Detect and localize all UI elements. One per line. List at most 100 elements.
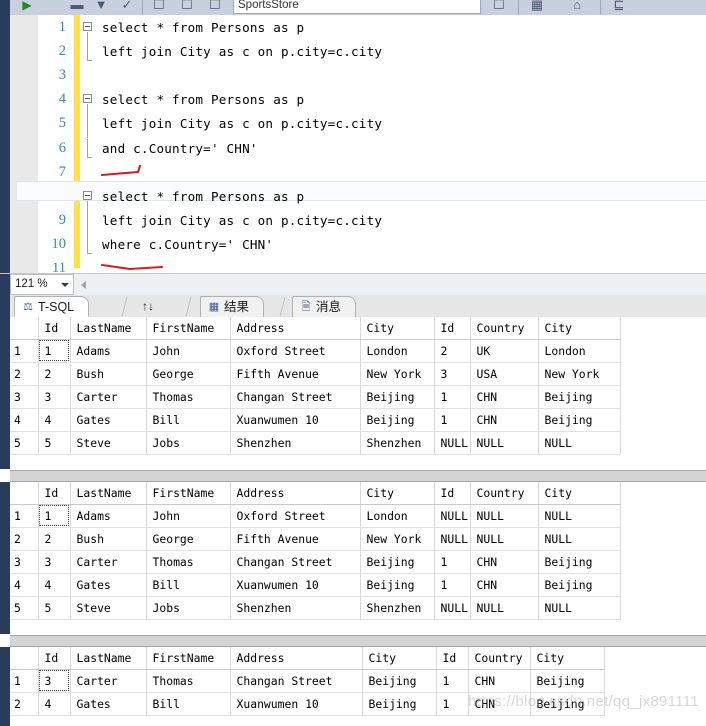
- column-header[interactable]: Address: [230, 647, 363, 670]
- table-cell[interactable]: Adams: [70, 504, 147, 528]
- editor-code-area[interactable]: select * from Persons as p left join City…: [80, 15, 706, 273]
- table-cell[interactable]: Xuanwumen 10: [230, 692, 363, 716]
- table-cell[interactable]: CHN: [468, 669, 531, 693]
- table-cell[interactable]: Gates: [70, 573, 147, 597]
- table-cell[interactable]: NULL: [434, 504, 471, 528]
- result-grid-3[interactable]: Id LastName FirstName Address City Id Country C…: [10, 647, 605, 716]
- table-cell[interactable]: 3: [38, 669, 71, 693]
- code-line[interactable]: and c.Country=' CHN': [102, 141, 258, 156]
- table-row[interactable]: 4 4 Gates Bill Xuanwumen 10 Beijing 1 CHN Beijin…: [10, 408, 621, 432]
- table-cell[interactable]: 1: [434, 573, 471, 597]
- row-header-corner[interactable]: [10, 647, 39, 670]
- table-row[interactable]: 1 1 Adams John Oxford Street London NULL NULL NU…: [10, 504, 621, 528]
- table-cell[interactable]: 3: [434, 362, 471, 386]
- column-header[interactable]: FirstName: [146, 647, 231, 670]
- table-cell[interactable]: Beijing: [538, 385, 621, 409]
- row-header-corner[interactable]: [10, 482, 39, 505]
- table-cell[interactable]: Bush: [70, 362, 147, 386]
- row-header-corner[interactable]: [10, 317, 39, 340]
- execute-icon[interactable]: ▶: [18, 0, 36, 14]
- table-row[interactable]: 4 4 Gates Bill Xuanwumen 10 Beijing 1 CHN Beijin…: [10, 573, 621, 597]
- column-header[interactable]: City: [538, 317, 621, 340]
- tab-results[interactable]: ▦ 结果: [200, 296, 265, 317]
- table-cell[interactable]: George: [146, 527, 231, 551]
- table-cell[interactable]: Changan Street: [230, 385, 361, 409]
- code-line[interactable]: select * from Persons as p: [102, 93, 304, 107]
- sql-editor[interactable]: 1234567891011 select * from Persons as p…: [0, 15, 706, 273]
- column-header[interactable]: FirstName: [146, 317, 231, 340]
- table-cell[interactable]: Beijing: [530, 692, 605, 716]
- table-cell[interactable]: 4: [38, 692, 71, 716]
- row-header-cell[interactable]: 4: [10, 573, 39, 597]
- table-cell[interactable]: Shenzhen: [360, 431, 435, 455]
- table-cell[interactable]: Beijing: [538, 573, 621, 597]
- code-line[interactable]: where c.Country=' CHN': [102, 237, 273, 252]
- table-cell[interactable]: Beijing: [360, 385, 435, 409]
- column-header[interactable]: Country: [470, 317, 539, 340]
- table-row[interactable]: 1 1 Adams John Oxford Street London 2 UK London: [10, 339, 621, 363]
- code-line[interactable]: select * from Persons as p: [102, 21, 304, 35]
- column-header[interactable]: Address: [230, 317, 361, 340]
- table-cell[interactable]: Changan Street: [230, 550, 361, 574]
- code-line[interactable]: select * from Persons as p: [102, 189, 304, 204]
- table-cell[interactable]: John: [146, 339, 231, 363]
- horizontal-scroll-left-button[interactable]: [76, 275, 92, 295]
- table-cell[interactable]: 2: [38, 527, 71, 551]
- column-header[interactable]: City: [362, 647, 437, 670]
- column-header[interactable]: Id: [434, 482, 471, 505]
- column-header[interactable]: LastName: [70, 317, 147, 340]
- table-cell[interactable]: Beijing: [362, 692, 437, 716]
- row-header-cell[interactable]: 2: [10, 692, 39, 716]
- table-cell[interactable]: CHN: [470, 408, 539, 432]
- row-header-cell[interactable]: 4: [10, 408, 39, 432]
- column-header[interactable]: City: [360, 482, 435, 505]
- table-cell[interactable]: Beijing: [362, 669, 437, 693]
- table-cell[interactable]: 1: [38, 339, 71, 363]
- debug-icon[interactable]: ▼: [92, 0, 110, 14]
- column-header[interactable]: LastName: [70, 482, 147, 505]
- column-header[interactable]: Address: [230, 482, 361, 505]
- tab-tsql[interactable]: ⚖ T-SQL: [14, 296, 90, 317]
- table-cell[interactable]: Shenzhen: [230, 431, 361, 455]
- table-cell[interactable]: 1: [434, 550, 471, 574]
- table-cell[interactable]: NULL: [538, 504, 621, 528]
- results-to-file-icon[interactable]: ⌂: [568, 0, 586, 14]
- table-cell[interactable]: CHN: [470, 385, 539, 409]
- table-cell[interactable]: NULL: [538, 596, 621, 620]
- result-grid-2-panel[interactable]: Id LastName FirstName Address City Id Country C…: [0, 482, 706, 634]
- editor-indicator-margin[interactable]: [10, 15, 38, 273]
- results-to-grid-icon[interactable]: ▦: [528, 0, 546, 14]
- row-header-cell[interactable]: 2: [10, 527, 39, 551]
- column-header[interactable]: Country: [468, 647, 531, 670]
- table-cell[interactable]: Thomas: [146, 385, 231, 409]
- table-cell[interactable]: 3: [38, 550, 71, 574]
- row-header-cell[interactable]: 1: [10, 669, 39, 693]
- table-cell[interactable]: Carter: [70, 669, 147, 693]
- table-cell[interactable]: NULL: [434, 527, 471, 551]
- table-cell[interactable]: UK: [470, 339, 539, 363]
- table-cell[interactable]: New York: [360, 362, 435, 386]
- table-row[interactable]: 1 3 Carter Thomas Changan Street Beijing 1 CHN B…: [10, 669, 605, 693]
- table-cell[interactable]: NULL: [470, 504, 539, 528]
- table-cell[interactable]: Carter: [70, 550, 147, 574]
- column-header[interactable]: Id: [38, 647, 71, 670]
- table-cell[interactable]: Shenzhen: [230, 596, 361, 620]
- table-cell[interactable]: Steve: [70, 596, 147, 620]
- comment-icon[interactable]: ⊑: [610, 0, 628, 14]
- column-header[interactable]: City: [538, 482, 621, 505]
- table-cell[interactable]: Oxford Street: [230, 504, 361, 528]
- row-header-cell[interactable]: 1: [10, 504, 39, 528]
- table-cell[interactable]: Gates: [70, 692, 147, 716]
- table-cell[interactable]: Jobs: [146, 431, 231, 455]
- table-cell[interactable]: Thomas: [146, 669, 231, 693]
- column-header[interactable]: Id: [436, 647, 469, 670]
- column-header[interactable]: Country: [470, 482, 539, 505]
- table-cell[interactable]: Adams: [70, 339, 147, 363]
- row-header-cell[interactable]: 3: [10, 385, 39, 409]
- table-cell[interactable]: Beijing: [360, 550, 435, 574]
- table-cell[interactable]: Steve: [70, 431, 147, 455]
- table-cell[interactable]: London: [538, 339, 621, 363]
- collapse-minus-icon[interactable]: [83, 22, 92, 31]
- result-grid-1[interactable]: Id LastName FirstName Address City Id Country C…: [10, 317, 621, 455]
- row-header-cell[interactable]: 3: [10, 550, 39, 574]
